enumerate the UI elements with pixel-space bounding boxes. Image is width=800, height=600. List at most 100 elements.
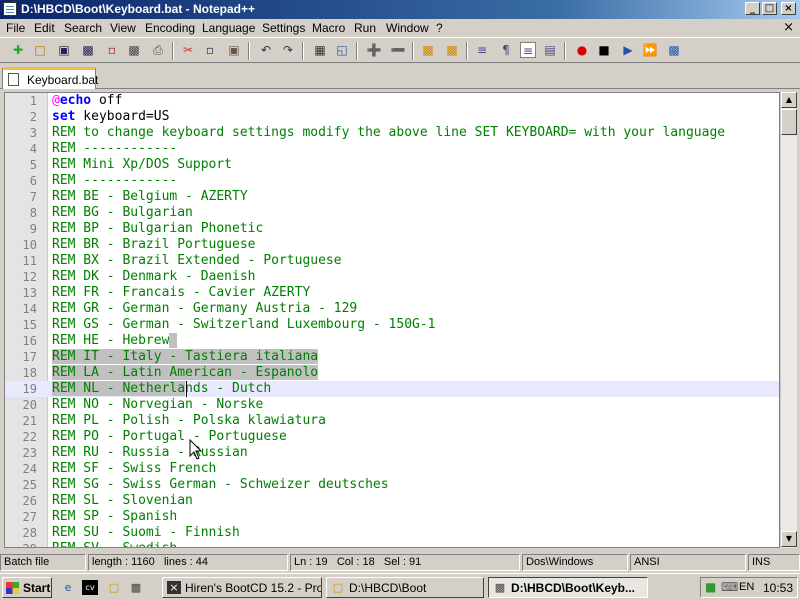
taskbar-item-notepadpp[interactable]: ▩ D:\HBCD\Boot\Keyb... <box>488 577 648 598</box>
code-line[interactable]: 12 REM DK - Denmark - Daenish <box>5 269 779 285</box>
tab-keyboard-bat[interactable]: Keyboard.bat <box>2 67 98 89</box>
redo-icon[interactable]: ↷ <box>280 42 296 58</box>
document-map-icon[interactable]: ▤ <box>542 42 558 58</box>
menu-search[interactable]: Search <box>64 21 102 35</box>
play-macro-icon[interactable]: ▶ <box>620 42 636 58</box>
menu-encoding[interactable]: Encoding <box>145 21 195 35</box>
cut-icon[interactable]: ✂ <box>180 42 196 58</box>
new-file-icon[interactable]: ✚ <box>10 42 26 58</box>
save-icon[interactable]: ▣ <box>56 42 72 58</box>
code-line[interactable]: 20 REM NO - Norvegian - Norske <box>5 397 779 413</box>
print-icon[interactable]: ⎙ <box>150 42 166 58</box>
code-line[interactable]: 1 @echo off <box>5 93 779 109</box>
find-icon[interactable]: ▦ <box>312 42 328 58</box>
code-line[interactable]: 11 REM BX - Brazil Extended - Portuguese <box>5 253 779 269</box>
undo-icon[interactable]: ↶ <box>258 42 274 58</box>
menu-settings[interactable]: Settings <box>262 21 305 35</box>
open-file-icon[interactable]: □ <box>32 42 48 58</box>
code-line[interactable]: 26 REM SL - Slovenian <box>5 493 779 509</box>
scroll-up-icon[interactable]: ▲ <box>781 92 797 108</box>
scroll-thumb[interactable] <box>781 109 797 135</box>
line-number: 8 <box>29 206 37 220</box>
replace-icon[interactable]: ◱ <box>334 42 350 58</box>
stop-macro-icon[interactable]: ■ <box>596 42 612 58</box>
minimize-button[interactable]: _ <box>745 2 760 15</box>
network-icon[interactable]: ■ <box>705 580 716 594</box>
code-line[interactable]: 6 REM ------------ <box>5 173 779 189</box>
code-line[interactable]: 9 REM BP - Bulgarian Phonetic <box>5 221 779 237</box>
code-line[interactable]: 8 REM BG - Bulgarian <box>5 205 779 221</box>
code-line[interactable]: 19 REM NL - Netherlands - Dutch <box>5 381 779 397</box>
keyboard-icon[interactable]: ⌨ <box>721 580 738 594</box>
status-lines: lines : 44 <box>163 556 208 568</box>
code-line[interactable]: 15 REM GS - German - Switzerland Luxembou… <box>5 317 779 333</box>
code-line[interactable]: 16 REM HE - Hebrew <box>5 333 779 349</box>
vertical-scrollbar[interactable]: ▲ ▼ <box>780 92 797 548</box>
document-close-icon[interactable]: × <box>783 20 794 35</box>
code-line[interactable]: 3 REM to change keyboard settings modify … <box>5 125 779 141</box>
save-macro-icon[interactable]: ▩ <box>666 42 682 58</box>
code-line[interactable]: 14 REM GR - German - Germany Austria - 12… <box>5 301 779 317</box>
save-all-icon[interactable]: ▩ <box>80 42 96 58</box>
maximize-button[interactable]: □ <box>762 2 777 15</box>
taskbar-item-folder[interactable]: □ D:\HBCD\Boot <box>326 577 484 598</box>
code-line[interactable]: 23 REM RU - Russia - Russian <box>5 445 779 461</box>
menu-help[interactable]: ? <box>436 21 443 35</box>
language-indicator[interactable]: EN <box>739 581 754 593</box>
command-prompt-icon[interactable]: cv <box>82 580 98 595</box>
word-wrap-icon[interactable]: ≡ <box>474 42 490 58</box>
menu-edit[interactable]: Edit <box>34 21 55 35</box>
task-label: D:\HBCD\Boot <box>349 581 427 595</box>
explorer-icon[interactable]: □ <box>106 580 122 595</box>
code-line[interactable]: 2 set keyboard=US <box>5 109 779 125</box>
windows-logo-icon <box>6 582 19 594</box>
menu-macro[interactable]: Macro <box>312 21 345 35</box>
code-line[interactable]: 21 REM PL - Polish - Polska klawiatura <box>5 413 779 429</box>
code-line[interactable]: 13 REM FR - Francais - Cavier AZERTY <box>5 285 779 301</box>
zoom-out-icon[interactable]: ➖ <box>390 42 406 58</box>
sync-vertical-icon[interactable]: ▩ <box>420 42 436 58</box>
code-line[interactable]: 4 REM ------------ <box>5 141 779 157</box>
notepadpp-icon[interactable] <box>3 2 17 16</box>
code-line[interactable]: 10 REM BR - Brazil Portuguese <box>5 237 779 253</box>
menu-view[interactable]: View <box>110 21 136 35</box>
code-line[interactable]: 22 REM PO - Portugal - Portuguese <box>5 429 779 445</box>
close-button[interactable]: × <box>781 2 796 15</box>
line-number: 10 <box>22 238 37 252</box>
record-macro-icon[interactable]: ● <box>574 42 590 58</box>
close-file-icon[interactable]: ▫ <box>104 42 120 58</box>
code-line[interactable]: 5 REM Mini Xp/DOS Support <box>5 157 779 173</box>
code-line[interactable]: 27 REM SP - Spanish <box>5 509 779 525</box>
status-position: Ln : 19 Col : 18 Sel : 91 <box>290 554 520 571</box>
code-line[interactable]: 29 REM SV - Swedish <box>5 541 779 547</box>
computer-icon[interactable]: ▩ <box>128 580 144 595</box>
line-number: 15 <box>22 318 37 332</box>
code-line[interactable]: 7 REM BE - Belgium - AZERTY <box>5 189 779 205</box>
code-line[interactable]: 17 REM IT - Italy - Tastiera italiana <box>5 349 779 365</box>
code-text: REM DK - Denmark - Daenish <box>52 269 256 284</box>
indent-guide-icon[interactable]: ≡ <box>520 42 536 58</box>
menu-language[interactable]: Language <box>202 21 255 35</box>
copy-icon[interactable]: ▫ <box>202 42 218 58</box>
code-line[interactable]: 18 REM LA - Latin American - Espanolo <box>5 365 779 381</box>
ie-icon[interactable]: e <box>60 580 76 595</box>
editor[interactable]: 1 @echo off 2 set keyboard=US 3 REM to change… <box>4 92 780 548</box>
menu-file[interactable]: File <box>6 21 25 35</box>
code-line[interactable]: 25 REM SG - Swiss German - Schweizer deut… <box>5 477 779 493</box>
menu-window[interactable]: Window <box>386 21 429 35</box>
scroll-down-icon[interactable]: ▼ <box>781 531 797 547</box>
close-all-icon[interactable]: ▩ <box>126 42 142 58</box>
paste-icon[interactable]: ▣ <box>226 42 242 58</box>
start-button[interactable]: Start <box>2 577 52 598</box>
code-line[interactable]: 28 REM SU - Suomi - Finnish <box>5 525 779 541</box>
run-macro-multiple-icon[interactable]: ⏩ <box>642 42 658 58</box>
show-all-chars-icon[interactable]: ¶ <box>498 42 514 58</box>
system-tray: ■ ⌨ EN 10:53 <box>700 577 798 598</box>
code-text: REM SG - Swiss German - Schweizer deutsc… <box>52 477 389 492</box>
line-number: 28 <box>22 526 37 540</box>
sync-horizontal-icon[interactable]: ▩ <box>444 42 460 58</box>
zoom-in-icon[interactable]: ➕ <box>366 42 382 58</box>
menu-run[interactable]: Run <box>354 21 376 35</box>
taskbar-item-hirens[interactable]: × Hiren's BootCD 15.2 - Pro... <box>162 577 322 598</box>
code-line[interactable]: 24 REM SF - Swiss French <box>5 461 779 477</box>
